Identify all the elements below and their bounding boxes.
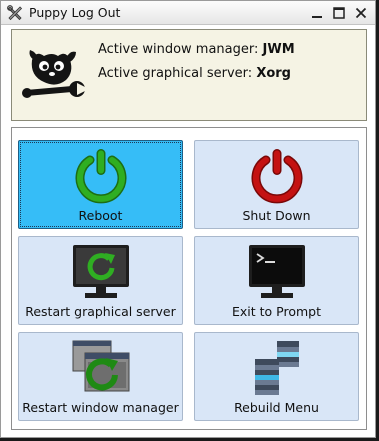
minimize-icon[interactable] — [309, 5, 325, 21]
window-title: Puppy Log Out — [29, 5, 121, 20]
monitor-restart-icon — [71, 243, 131, 301]
restart-graphical-server-label: Restart graphical server — [25, 304, 176, 319]
shut-down-button[interactable]: Shut Down — [194, 140, 359, 229]
window-manager-value: JWM — [262, 42, 295, 57]
graphical-server-line: Active graphical server: Xorg — [98, 66, 291, 81]
exit-to-prompt-label: Exit to Prompt — [231, 304, 321, 319]
power-red-icon — [247, 147, 307, 205]
reboot-label: Reboot — [78, 208, 123, 223]
tools-icon — [7, 5, 23, 21]
logout-window: Puppy Log Out Active window manager: JWM… — [0, 0, 376, 438]
exit-to-prompt-button[interactable]: Exit to Prompt — [194, 236, 359, 325]
action-grid: Reboot Shut Down Restart graphical serve… — [11, 127, 367, 430]
terminal-monitor-icon — [247, 243, 307, 301]
shut-down-label: Shut Down — [242, 208, 311, 223]
menu-stack-icon — [247, 339, 307, 397]
rebuild-menu-button[interactable]: Rebuild Menu — [194, 332, 359, 421]
power-green-icon — [71, 147, 131, 205]
window-manager-label: Active window manager: — [98, 42, 263, 57]
restart-window-manager-button[interactable]: Restart window manager — [18, 332, 183, 421]
graphical-server-value: Xorg — [256, 66, 291, 81]
reboot-button[interactable]: Reboot — [18, 140, 183, 229]
window-manager-line: Active window manager: JWM — [98, 42, 295, 57]
puppy-mascot-icon — [22, 46, 88, 102]
windows-restart-icon — [71, 339, 131, 397]
graphical-server-label: Active graphical server: — [98, 66, 257, 81]
restart-window-manager-label: Restart window manager — [22, 400, 179, 415]
close-icon[interactable] — [353, 5, 369, 21]
restart-graphical-server-button[interactable]: Restart graphical server — [18, 236, 183, 325]
maximize-icon[interactable] — [331, 5, 347, 21]
title-bar[interactable]: Puppy Log Out — [1, 1, 375, 25]
session-info-panel: Active window manager: JWM Active graphi… — [11, 29, 367, 121]
rebuild-menu-label: Rebuild Menu — [234, 400, 319, 415]
